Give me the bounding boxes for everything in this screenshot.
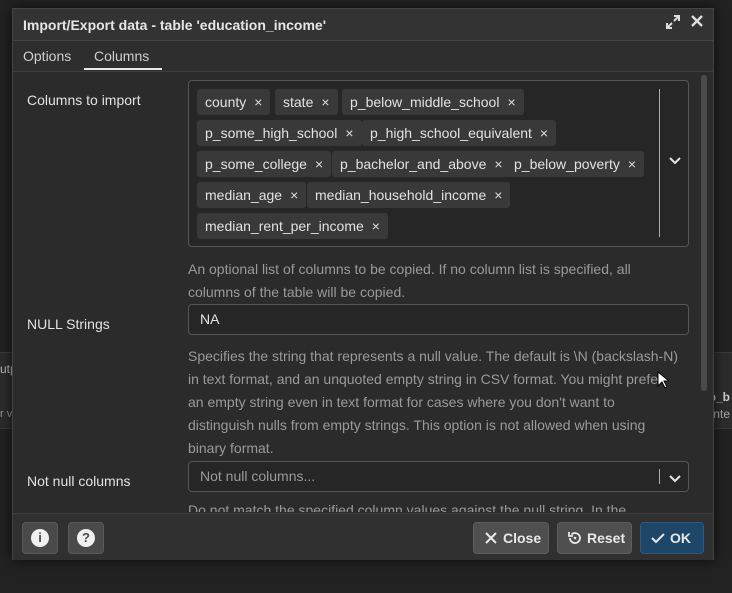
chip-label: p_bachelor_and_above [340, 156, 487, 172]
column-chip[interactable]: median_age × [197, 182, 307, 208]
chip-label: p_below_poverty [514, 156, 620, 172]
chevron-down-icon[interactable] [667, 468, 683, 484]
import-export-dialog: Import/Export data - table 'education_in… [12, 8, 714, 560]
reset-label: Reset [587, 530, 626, 546]
column-chip[interactable]: p_high_school_equivalent × [362, 120, 557, 146]
info-icon: i [31, 529, 49, 547]
ok-button[interactable]: OK [640, 522, 704, 554]
close-icon [482, 523, 500, 555]
mouse-cursor-icon [657, 370, 671, 389]
chip-label: median_household_income [315, 187, 487, 203]
chip-label: p_below_middle_school [350, 94, 500, 110]
chevron-down-icon[interactable] [667, 153, 683, 169]
help-button[interactable]: ? [68, 522, 104, 554]
multiselect-divider [659, 89, 660, 237]
column-chip[interactable]: p_below_middle_school × [342, 89, 524, 115]
column-chip[interactable]: state × [275, 89, 338, 115]
remove-chip-icon[interactable]: × [321, 89, 329, 115]
select-divider [659, 469, 660, 484]
chip-label: state [283, 94, 314, 110]
chip-label: p_some_high_school [205, 125, 338, 141]
check-icon [649, 523, 667, 556]
help-icon: ? [77, 529, 95, 547]
chip-label: p_high_school_equivalent [370, 125, 532, 141]
reset-button[interactable]: Reset [557, 522, 632, 554]
tab-columns[interactable]: Columns [94, 48, 149, 64]
remove-chip-icon[interactable]: × [290, 182, 298, 208]
column-chip[interactable]: p_some_high_school × [197, 120, 362, 146]
not-null-help-text: Do not match the specified column values… [188, 502, 627, 512]
chip-label: county [205, 94, 247, 110]
column-chip[interactable]: median_household_income × [307, 182, 511, 208]
remove-chip-icon[interactable]: × [540, 120, 548, 146]
remove-chip-icon[interactable]: × [507, 89, 515, 115]
columns-help-text: An optional list of columns to be copied… [188, 261, 631, 300]
active-tab-indicator [84, 68, 162, 70]
dialog-title: Import/Export data - table 'education_in… [23, 17, 327, 33]
not-null-columns-select[interactable]: Not null columns... [188, 461, 689, 492]
not-null-columns-label: Not null columns [27, 473, 131, 489]
remove-chip-icon[interactable]: × [315, 151, 323, 177]
null-strings-value: NA [200, 311, 220, 327]
content-scrollbar[interactable] [701, 75, 707, 391]
background-text: r v [0, 408, 13, 420]
chip-label: median_rent_per_income [205, 218, 364, 234]
chip-label: median_age [205, 187, 283, 203]
columns-multiselect[interactable]: county × state × p_below_middle_school × p_… [188, 80, 689, 247]
not-null-columns-placeholder: Not null columns... [200, 468, 316, 484]
null-strings-label: NULL Strings [27, 316, 110, 332]
close-icon[interactable] [687, 14, 707, 34]
remove-chip-icon[interactable]: × [372, 213, 380, 239]
maximize-icon[interactable] [663, 14, 683, 34]
tab-options[interactable]: Options [23, 48, 71, 64]
ok-label: OK [670, 530, 691, 546]
column-chip[interactable]: county × [197, 89, 271, 115]
column-chip[interactable]: p_some_college × [197, 151, 332, 177]
info-button[interactable]: i [22, 522, 58, 554]
remove-chip-icon[interactable]: × [628, 151, 636, 177]
column-chip[interactable]: median_rent_per_income × [197, 213, 388, 239]
dialog-content: Columns to import county × state × p_below… [13, 72, 713, 512]
column-chip[interactable]: p_bachelor_and_above × [332, 151, 511, 177]
close-button[interactable]: Close [473, 522, 549, 554]
close-label: Close [503, 530, 542, 546]
remove-chip-icon[interactable]: × [494, 182, 502, 208]
remove-chip-icon[interactable]: × [494, 151, 502, 177]
null-strings-input[interactable]: NA [188, 304, 689, 335]
null-strings-help-text: Specifies the string that represents a n… [188, 348, 678, 456]
dialog-footer: i ? Close Reset OK [13, 513, 713, 560]
reset-icon [566, 523, 584, 556]
column-chip[interactable]: p_below_poverty × [506, 151, 645, 177]
columns-to-import-label: Columns to import [27, 92, 141, 108]
remove-chip-icon[interactable]: × [254, 89, 262, 115]
chip-label: p_some_college [205, 156, 307, 172]
dialog-titlebar[interactable]: Import/Export data - table 'education_in… [13, 9, 713, 41]
remove-chip-icon[interactable]: × [345, 120, 353, 146]
